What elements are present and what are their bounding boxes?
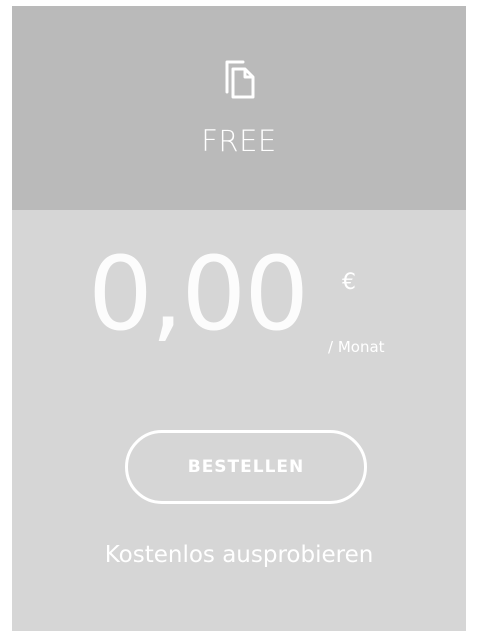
trial-text: Kostenlos ausprobieren xyxy=(104,542,374,568)
order-button[interactable]: BESTELLEN xyxy=(125,430,367,504)
price-currency: € xyxy=(342,270,356,295)
plan-name: FREE xyxy=(201,124,277,158)
pricing-card: FREE 0,00 € / Monat BESTELLEN Kostenlos … xyxy=(12,6,466,631)
price-period: / Monat xyxy=(328,338,385,356)
document-copy-icon xyxy=(224,59,256,99)
pricing-card-header: FREE xyxy=(12,6,466,210)
price-amount: 0,00 xyxy=(88,235,309,354)
